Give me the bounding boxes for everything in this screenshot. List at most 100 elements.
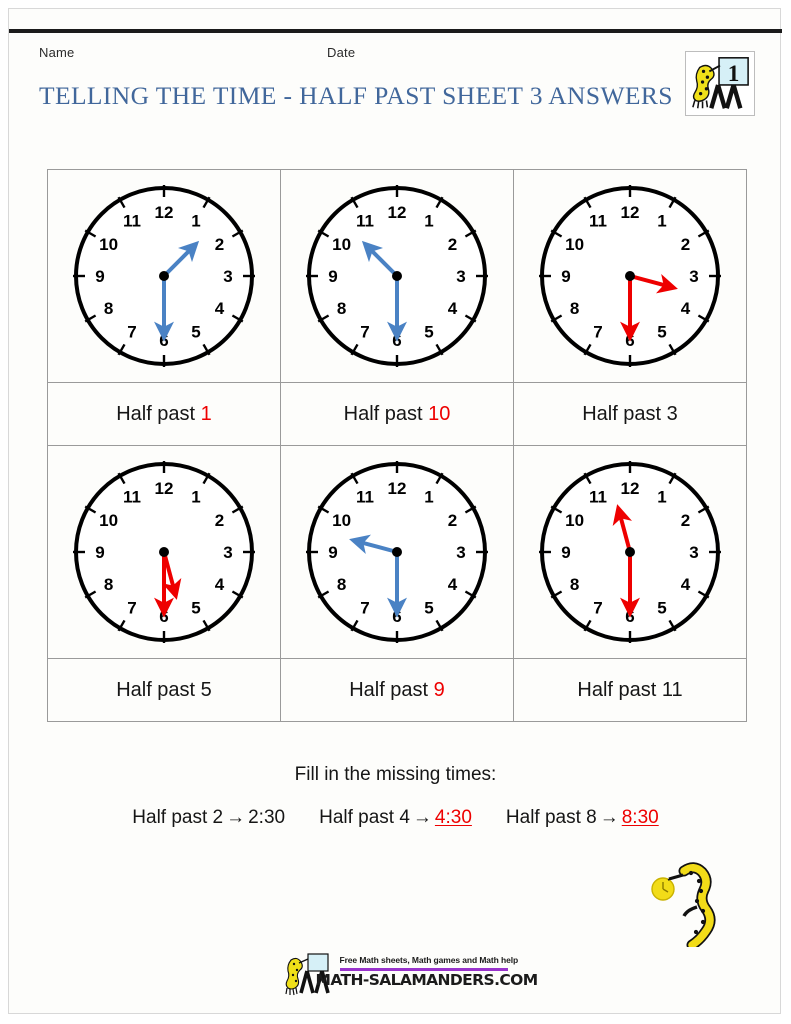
label-row-2: Half past 5 Half past 9 Half past 11 [47,658,747,722]
analog-clock-icon: 12 12 3 45 6 789 10 11 [539,185,721,367]
svg-text:6: 6 [159,331,168,350]
svg-text:2: 2 [448,511,457,530]
svg-text:3: 3 [223,543,232,562]
svg-text:12: 12 [155,203,174,222]
svg-text:4: 4 [681,299,691,318]
svg-text:4: 4 [215,575,225,594]
fill-in-answer: 2:30 [248,807,286,828]
fill-in-answer: 4:30 [434,807,472,828]
clock-cell-5: 12 1 2 3 4 5 6 7 8 9 10 11 [280,445,514,659]
clock-face-6: 12 1 2 3 4 5 6 7 8 9 10 11 [514,446,746,658]
fill-in-item-1: Half past 2 → 2:30 [132,807,285,829]
fill-in-heading: Fill in the missing times: [294,764,497,785]
site-footer: Free Math sheets, Math games and Math he… [9,949,782,1003]
svg-text:2: 2 [215,511,224,530]
svg-text:8: 8 [570,575,579,594]
svg-text:2: 2 [681,511,690,530]
analog-clock-icon: 12 12 3 45 6 789 10 11 [73,185,255,367]
clock-face-4: 12 1 2 3 4 5 6 7 8 9 10 11 [48,446,280,658]
svg-text:11: 11 [123,212,141,231]
clock-cell-6: 12 1 2 3 4 5 6 7 8 9 10 11 [513,445,747,659]
svg-text:12: 12 [388,203,407,222]
svg-text:7: 7 [360,322,369,341]
svg-text:8: 8 [104,299,113,318]
svg-text:6: 6 [625,331,634,350]
clock-face-2: 12 1 2 3 4 5 6 7 8 9 10 11 [281,170,513,382]
label-prefix: Half past [349,678,434,701]
analog-clock-icon: 12 12 3 45 6 789 10 11 [306,185,488,367]
svg-text:1: 1 [424,212,433,231]
svg-text:5: 5 [191,322,200,341]
label-cell-4: Half past 5 [47,658,281,722]
grade-badge: 1 [685,51,755,116]
svg-text:7: 7 [593,322,602,341]
arrow-icon: → [412,807,432,828]
svg-text:5: 5 [657,322,666,341]
clock-face-5: 12 1 2 3 4 5 6 7 8 9 10 11 [281,446,513,658]
analog-clock-icon: 12 12 3 45 6 789 10 11 [539,461,721,643]
svg-text:11: 11 [123,488,141,507]
clock-label-5: Half past 9 [349,679,445,701]
clock-cell-4: 12 1 2 3 4 5 6 7 8 9 10 11 [47,445,281,659]
svg-text:1: 1 [424,488,433,507]
svg-text:9: 9 [561,267,570,286]
svg-text:7: 7 [593,598,602,617]
svg-text:1: 1 [191,488,200,507]
svg-text:7: 7 [360,598,369,617]
fill-in-prompt: Half past 8 [505,807,597,828]
analog-clock-icon: 12 12 3 45 6 789 10 11 [73,461,255,643]
svg-text:11: 11 [589,212,607,231]
svg-text:7: 7 [127,322,136,341]
svg-text:1: 1 [728,61,740,87]
svg-text:11: 11 [356,212,374,231]
svg-text:3: 3 [456,543,465,562]
clock-grid: 12 1 2 3 4 5 6 7 8 9 10 11 12 1 2 3 4 5 6 7 8 9 10 11 12 1 2 3 4 5 6… [47,169,747,722]
footer-logo: Free Math sheets, Math games and Math he… [282,949,538,1003]
label-prefix: Half past [343,402,429,425]
svg-text:1: 1 [657,212,666,231]
label-row-1: Half past 1 Half past 10 Half past 3 [47,382,747,446]
clock-row-2: 12 1 2 3 4 5 6 7 8 9 10 11 12 1 2 3 4 5 6 7 8 9 10 11 12 1 2 3 4 5 6… [47,445,747,659]
clock-label-6: Half past 11 [577,679,682,701]
clock-label-3: Half past 3 [582,403,678,425]
label-answer: 9 [433,678,445,701]
svg-text:6: 6 [159,607,168,626]
svg-text:8: 8 [104,575,113,594]
fill-in-item-3: Half past 8 → 8:30 [506,807,659,829]
clock-label-1: Half past 1 [116,403,212,425]
clock-row-1: 12 1 2 3 4 5 6 7 8 9 10 11 12 1 2 3 4 5 6 7 8 9 10 11 12 1 2 3 4 5 6… [47,169,747,383]
svg-text:8: 8 [337,299,346,318]
footer-domain[interactable]: MATH-SALAMANDERS.COM [316,971,539,989]
label-answer: 10 [428,402,451,425]
page-title: TELLING THE TIME - HALF PAST SHEET 3 ANS… [39,81,673,110]
label-prefix: Half past [116,402,201,425]
svg-text:5: 5 [657,598,666,617]
svg-text:11: 11 [356,488,374,507]
label-answer: 5 [200,678,212,701]
label-prefix: Half past [577,678,662,701]
label-cell-6: Half past 11 [513,658,747,722]
svg-text:6: 6 [392,607,401,626]
label-prefix: Half past [582,402,667,425]
label-cell-1: Half past 1 [47,382,281,446]
svg-text:3: 3 [456,267,465,286]
name-date-row: Name Date [39,45,739,63]
svg-text:12: 12 [621,479,640,498]
svg-text:4: 4 [448,575,458,594]
svg-text:6: 6 [625,607,634,626]
salamander-with-clock-icon [651,862,716,947]
fill-in-item-2: Half past 4 → 4:30 [319,807,472,829]
svg-text:9: 9 [561,543,570,562]
date-label: Date [327,45,356,60]
fill-in-answer: 8:30 [621,807,659,828]
header-rule [9,29,782,33]
svg-text:2: 2 [681,235,690,254]
clock-label-4: Half past 5 [116,679,212,701]
clock-cell-2: 12 1 2 3 4 5 6 7 8 9 10 11 [280,169,514,383]
fill-in-row: Half past 2 → 2:30 Half past 4 → 4:30 Half p… [9,807,782,829]
svg-text:1: 1 [191,212,200,231]
svg-text:11: 11 [589,488,607,507]
label-prefix: Half past [116,678,201,701]
svg-text:3: 3 [689,543,698,562]
svg-text:9: 9 [328,543,337,562]
